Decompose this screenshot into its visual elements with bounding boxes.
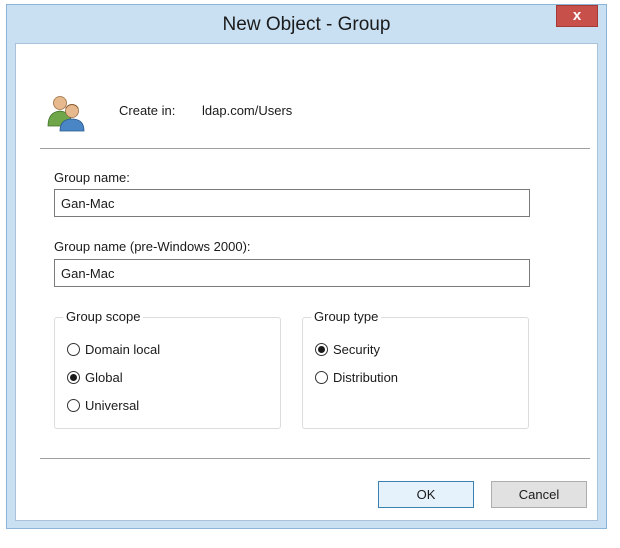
radio-button[interactable] <box>67 343 80 356</box>
radio-button-selected[interactable] <box>67 371 80 384</box>
ok-button[interactable]: OK <box>378 481 474 508</box>
scope-global-label: Global <box>85 370 123 385</box>
group-name-input[interactable] <box>54 189 530 217</box>
group-users-icon <box>47 96 85 132</box>
type-security-label: Security <box>333 342 380 357</box>
group-name-pre2000-input[interactable] <box>54 259 530 287</box>
close-button[interactable]: x <box>556 5 598 27</box>
dialog-body: Create in: ldap.com/Users Group name: Gr… <box>15 43 598 521</box>
radio-button-selected[interactable] <box>315 343 328 356</box>
group-name-pre2000-label: Group name (pre-Windows 2000): <box>54 239 251 254</box>
scope-universal-option[interactable]: Universal <box>67 398 139 413</box>
radio-button[interactable] <box>315 371 328 384</box>
group-type-box: Group type Security Distribution <box>302 309 529 429</box>
type-security-option[interactable]: Security <box>315 342 380 357</box>
scope-universal-label: Universal <box>85 398 140 413</box>
group-name-label: Group name: <box>54 170 130 185</box>
type-distribution-option[interactable]: Distribution <box>315 370 398 385</box>
radio-button[interactable] <box>67 399 80 412</box>
scope-domain-local-label: Domain local <box>85 342 161 357</box>
dialog-title: New Object - Group <box>222 14 391 35</box>
dialog-window: New Object - Group x Create in: ldap.com… <box>6 4 607 529</box>
type-distribution-label: Distribution <box>333 370 399 385</box>
scope-global-option[interactable]: Global <box>67 370 123 385</box>
create-in-label: Create in: <box>119 103 176 118</box>
create-in-value: ldap.com/Users <box>202 103 293 118</box>
group-scope-box: Group scope Domain local Global Universa… <box>54 309 281 429</box>
bottom-separator <box>40 458 590 459</box>
title-bar[interactable]: New Object - Group x <box>7 5 606 43</box>
scope-domain-local-option[interactable]: Domain local <box>67 342 160 357</box>
group-scope-legend: Group scope <box>63 309 144 324</box>
cancel-button[interactable]: Cancel <box>491 481 587 508</box>
group-type-legend: Group type <box>311 309 382 324</box>
close-icon: x <box>572 7 582 24</box>
top-separator <box>40 148 590 149</box>
